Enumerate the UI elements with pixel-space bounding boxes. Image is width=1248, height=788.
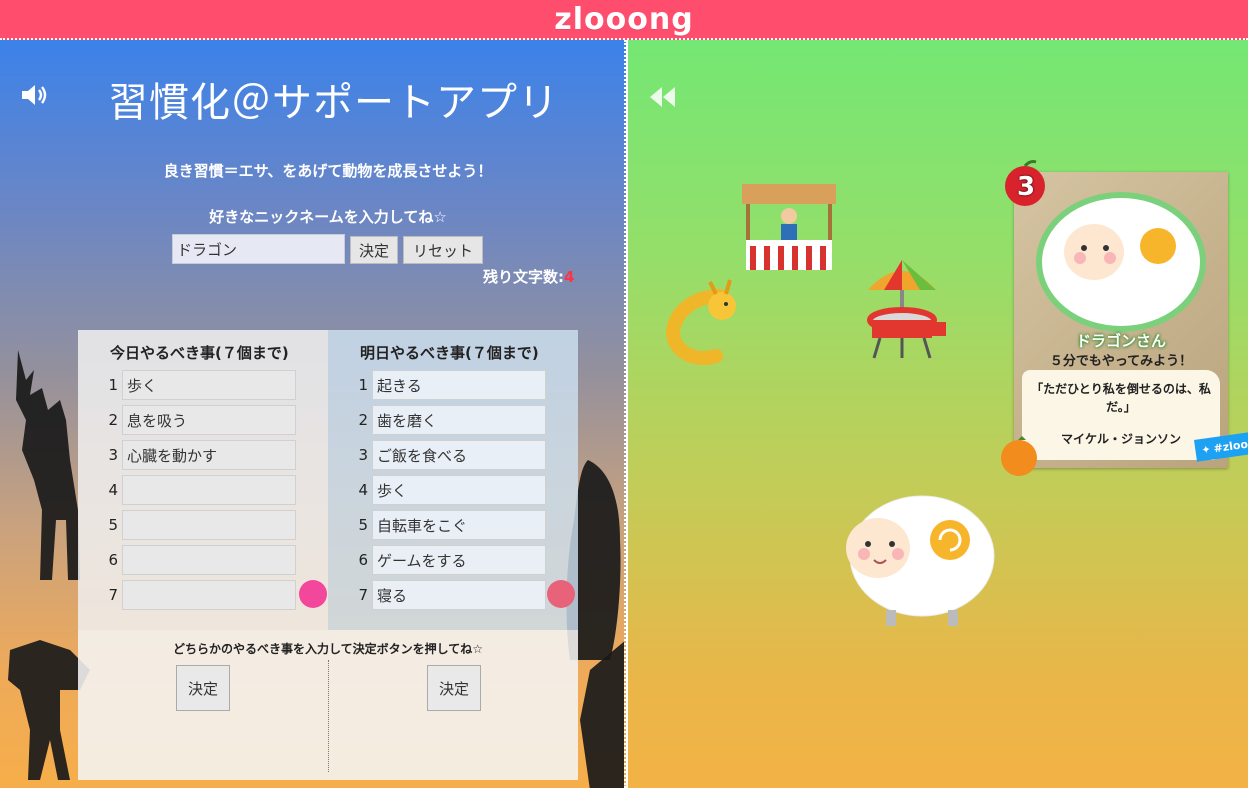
nickname-decide-button[interactable]: 決定 xyxy=(350,236,398,264)
remaining-chars: 残り文字数:4 xyxy=(483,266,574,287)
today-task-input[interactable] xyxy=(122,580,296,610)
sheep-character[interactable] xyxy=(840,492,1000,632)
right-panel: ドラゴンさん ５分でもやってみよう！ 「ただひとり私を倒せるのは、私だ。」 マイ… xyxy=(628,40,1248,788)
today-decide-button[interactable]: 決定 xyxy=(176,665,230,711)
today-task-input[interactable]: 歩く xyxy=(122,370,296,400)
animal-silhouette-right xyxy=(580,641,624,788)
today-task-input[interactable] xyxy=(122,475,296,505)
page-title: 習慣化＠サポートアプリ xyxy=(108,80,559,126)
character-profile-card[interactable]: ドラゴンさん ５分でもやってみよう！ 「ただひとり私を倒せるのは、私だ。」 マイ… xyxy=(1014,172,1228,468)
orange-icon[interactable] xyxy=(998,432,1040,478)
tomorrow-row: 3 ご飯を食べる xyxy=(354,440,546,470)
remaining-value: 4 xyxy=(564,268,575,286)
today-row: 6 xyxy=(104,545,296,575)
tomorrow-task-input[interactable]: ゲームをする xyxy=(372,545,546,575)
tomorrow-task-input[interactable]: 歯を磨く xyxy=(372,405,546,435)
today-title: 今日やるべき事(７個まで) xyxy=(110,344,289,362)
tomorrow-task-input[interactable]: 起きる xyxy=(372,370,546,400)
sheep-portrait-image xyxy=(1064,206,1194,322)
today-task-input[interactable]: 心臓を動かす xyxy=(122,440,296,470)
tomorrow-row: 7 寝る xyxy=(354,580,546,610)
today-task-input[interactable] xyxy=(122,545,296,575)
nickname-reset-button[interactable]: リセット xyxy=(403,236,483,264)
tomorrow-task-input[interactable]: 寝る xyxy=(372,580,546,610)
nickname-value: ドラゴン xyxy=(177,240,238,259)
today-row: 2 息を吸う xyxy=(104,405,296,435)
tomorrow-row: 5 自転車をこぐ xyxy=(354,510,546,540)
level-number: 3 xyxy=(1016,172,1036,202)
quote-author: マイケル・ジョンソン xyxy=(1060,432,1181,446)
today-row: 1 歩く xyxy=(104,370,296,400)
nickname-input[interactable]: ドラゴン xyxy=(172,234,345,264)
instruction-text: どちらかのやるべき事を入力して決定ボタンを押してね☆ xyxy=(172,642,484,656)
dragon-image[interactable] xyxy=(660,276,750,372)
tagline: 良き習慣＝エサ、をあげて動物を成長させよう！ xyxy=(163,162,493,180)
tomorrow-row: 4 歩く xyxy=(354,475,546,505)
tomorrow-title: 明日やるべき事(７個まで) xyxy=(360,344,539,362)
today-row: 3 心臓を動かす xyxy=(104,440,296,470)
tomorrow-task-input[interactable]: 歩く xyxy=(372,475,546,505)
task-card: 今日やるべき事(７個まで) 明日やるべき事(７個まで) 1 歩く 2 息を吸う 3心… xyxy=(78,330,578,780)
left-panel: 習慣化＠サポートアプリ 良き習慣＝エサ、をあげて動物を成長させよう！ 好きなニッ… xyxy=(0,40,626,788)
top-header: zlooong xyxy=(0,0,1248,40)
twitter-icon: ✦ xyxy=(1200,442,1212,457)
remaining-label: 残り文字数: xyxy=(483,268,564,286)
speaker-icon[interactable] xyxy=(20,82,50,108)
today-row: 5 xyxy=(104,510,296,540)
today-row: 4 xyxy=(104,475,296,505)
quote-text: 「ただひとり私を倒せるのは、私だ。」 xyxy=(1031,382,1211,414)
profile-subtitle: ５分でもやってみよう！ xyxy=(1049,354,1193,369)
tomorrow-row: 2 歯を磨く xyxy=(354,405,546,435)
site-logo[interactable]: zlooong xyxy=(554,2,693,37)
today-task-input[interactable] xyxy=(122,510,296,540)
profile-name: ドラゴンさん xyxy=(1075,332,1166,350)
tomorrow-status-dot[interactable] xyxy=(547,580,575,608)
tomorrow-row: 6 ゲームをする xyxy=(354,545,546,575)
food-stall-image[interactable] xyxy=(740,182,838,276)
today-status-dot[interactable] xyxy=(299,580,327,608)
tomorrow-row: 1 起きる xyxy=(354,370,546,400)
cotton-candy-machine-image[interactable] xyxy=(864,258,950,360)
today-row: 7 xyxy=(104,580,296,610)
tomorrow-decide-button[interactable]: 決定 xyxy=(427,665,481,711)
nickname-label: 好きなニックネームを入力してね☆ xyxy=(209,208,447,226)
twitter-label: #zlooo xyxy=(1212,436,1248,455)
today-task-input[interactable]: 息を吸う xyxy=(122,405,296,435)
tomorrow-task-input[interactable]: 自転車をこぐ xyxy=(372,510,546,540)
rewind-icon[interactable] xyxy=(648,84,678,110)
column-divider xyxy=(328,660,329,772)
tomorrow-task-input[interactable]: ご飯を食べる xyxy=(372,440,546,470)
deer-silhouette xyxy=(16,350,80,580)
